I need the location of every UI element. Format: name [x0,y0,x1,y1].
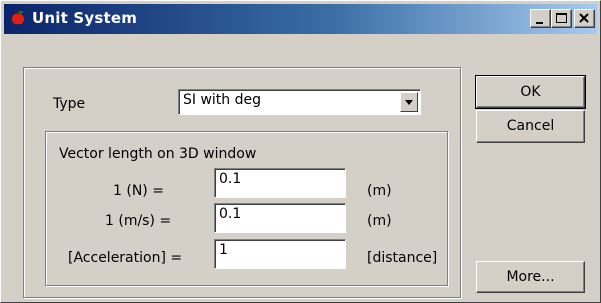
minimize-icon [536,22,543,24]
acceleration-input[interactable]: 1 [214,239,346,269]
title-bar[interactable]: Unit System [4,4,597,34]
force-unit: (m) [367,183,392,199]
type-select[interactable]: SI with deg [178,89,421,115]
close-icon [579,13,589,23]
velocity-unit: (m) [367,213,392,229]
ok-button[interactable]: OK [475,75,586,109]
maximize-icon [556,13,567,23]
vector-group-label: Vector length on 3D window [59,146,257,162]
acceleration-label: [Acceleration] = [68,250,183,266]
chevron-down-icon [405,100,413,105]
dropdown-button[interactable] [400,92,418,112]
force-input[interactable]: 0.1 [214,168,346,198]
cancel-button[interactable]: Cancel [476,110,585,143]
window-title: Unit System [32,9,138,27]
force-label: 1 (N) = [113,183,164,199]
close-button[interactable] [574,9,595,28]
minimize-button[interactable] [530,9,551,28]
maximize-button[interactable] [551,9,572,28]
velocity-label: 1 (m/s) = [105,213,172,229]
type-select-value: SI with deg [183,92,262,108]
apple-icon [12,10,24,25]
acceleration-unit: [distance] [367,250,438,266]
more-button[interactable]: More... [476,261,585,293]
type-label: Type [53,96,86,112]
velocity-input[interactable]: 0.1 [214,203,346,233]
unit-system-dialog: Unit System Type SI with deg Vector leng… [0,0,601,303]
